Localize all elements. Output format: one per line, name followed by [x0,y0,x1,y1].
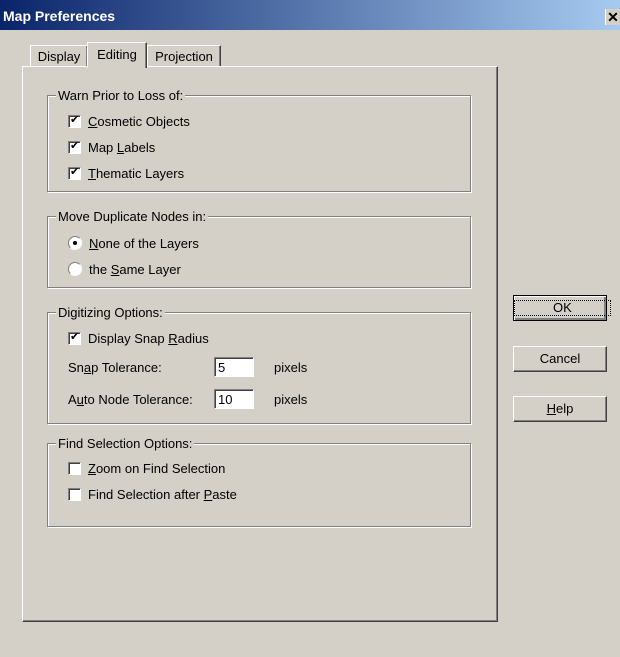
title-bar: Map Preferences ✕ [0,0,620,30]
checkbox-label: Display Snap Radius [88,330,209,346]
help-button[interactable]: Help [513,396,607,422]
checkbox-label: Find Selection after Paste [88,486,237,502]
tab-projection[interactable]: Projection [147,45,221,67]
checkbox-check-icon[interactable] [68,487,81,501]
tab-editing[interactable]: Editing [87,42,147,68]
checkbox-label: Cosmetic Objects [88,113,190,129]
snap-tolerance-label: Snap Tolerance: [68,360,162,375]
radio-dot-icon[interactable] [68,236,82,250]
checkbox-check-icon[interactable] [68,165,81,180]
checkbox-check-icon[interactable] [68,461,81,475]
warn-prior-legend: Warn Prior to Loss of: [56,88,186,103]
auto-node-tolerance-label: Auto Node Tolerance: [68,392,193,407]
cancel-button[interactable]: Cancel [513,346,607,372]
radio-label: the Same Layer [89,261,181,277]
auto-node-tolerance-input[interactable]: 10 [214,389,254,409]
checkbox-check-icon[interactable] [68,113,81,128]
digitizing-options-group: Digitizing Options: Display Snap Radius … [47,305,471,424]
display-snap-radius-checkbox[interactable]: Display Snap Radius [68,329,209,347]
find-selection-legend: Find Selection Options: [56,436,195,451]
zoom-on-find-checkbox[interactable]: Zoom on Find Selection [68,459,225,477]
move-duplicate-nodes-group: Move Duplicate Nodes in: None of the Lay… [47,209,471,288]
same-layer-radio[interactable]: the Same Layer [68,260,181,278]
ok-button-label: OK [514,300,611,316]
find-after-paste-checkbox[interactable]: Find Selection after Paste [68,485,237,503]
map-preferences-dialog: Map Preferences ✕ Display Editing Projec… [0,0,620,657]
none-of-layers-radio[interactable]: None of the Layers [68,234,199,252]
warn-prior-group: Warn Prior to Loss of: Cosmetic Objects … [47,88,471,192]
digitizing-legend: Digitizing Options: [56,305,165,320]
cosmetic-objects-checkbox[interactable]: Cosmetic Objects [68,112,190,130]
snap-tolerance-input[interactable]: 5 [214,357,254,377]
checkbox-check-icon[interactable] [68,330,81,345]
auto-node-tolerance-unit: pixels [274,392,308,407]
ok-button[interactable]: OK [513,295,611,321]
close-button[interactable]: ✕ [605,9,620,25]
checkbox-label: Map Labels [88,139,156,155]
thematic-layers-checkbox[interactable]: Thematic Layers [68,164,184,182]
snap-tolerance-unit: pixels [274,360,308,375]
radio-label: None of the Layers [89,235,199,251]
checkbox-label: Zoom on Find Selection [88,460,226,476]
window-title: Map Preferences [3,8,116,24]
move-duplicate-legend: Move Duplicate Nodes in: [56,209,209,224]
find-selection-group: Find Selection Options: Zoom on Find Sel… [47,436,471,527]
editing-tab-panel: Warn Prior to Loss of: Cosmetic Objects … [22,66,498,622]
radio-dot-icon[interactable] [68,262,82,276]
map-labels-checkbox[interactable]: Map Labels [68,138,155,156]
checkbox-check-icon[interactable] [68,139,81,154]
tab-display[interactable]: Display [30,45,88,67]
checkbox-label: Thematic Layers [88,165,185,181]
